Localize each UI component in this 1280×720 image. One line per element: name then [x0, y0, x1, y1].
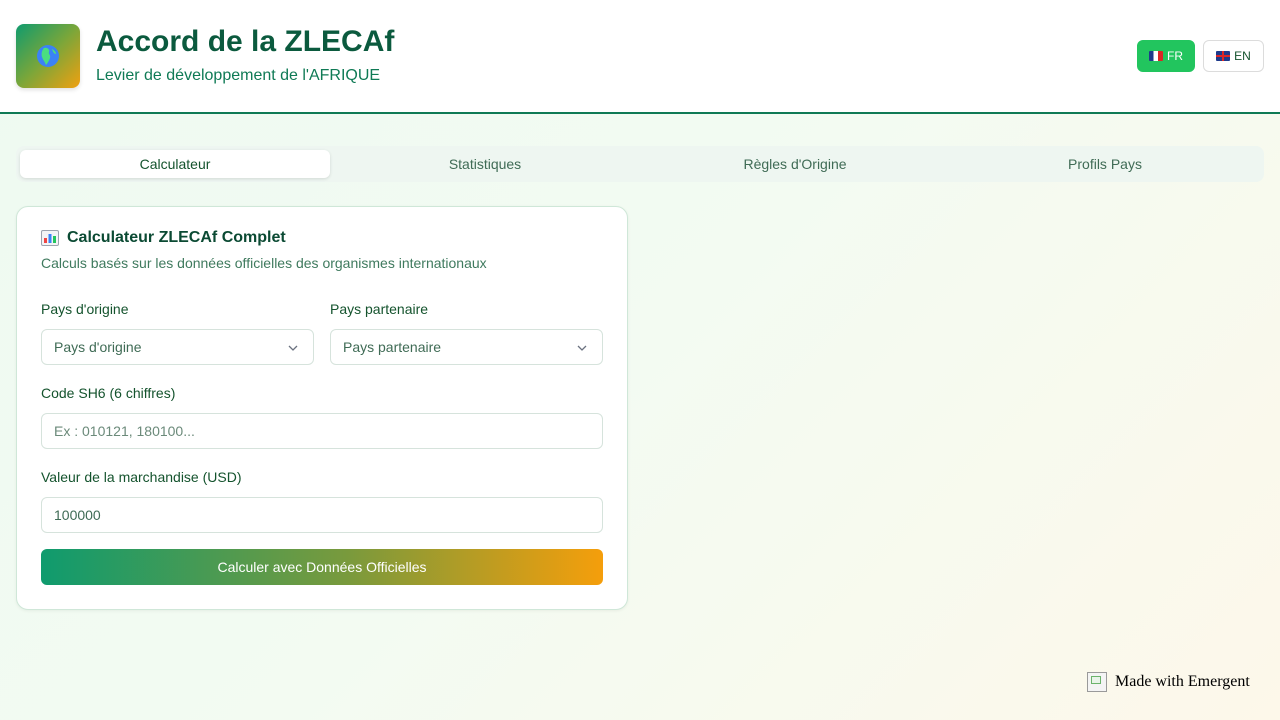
tab-regles-origine[interactable]: Règles d'Origine	[640, 150, 950, 178]
card-title-text: Calculateur ZLECAf Complet	[67, 229, 286, 246]
page-subtitle: Levier de développement de l'AFRIQUE	[96, 67, 381, 84]
lang-fr-button[interactable]: FR	[1137, 40, 1195, 72]
page-title: Accord de la ZLECAf	[96, 25, 395, 58]
france-flag-icon	[1149, 51, 1163, 61]
goods-value-label: Valeur de la marchandise (USD)	[41, 469, 242, 485]
tab-profils-pays[interactable]: Profils Pays	[950, 150, 1260, 178]
calculator-card: Calculateur ZLECAf Complet Calculs basés…	[16, 206, 628, 610]
origin-country-select[interactable]: Pays d'origine	[41, 329, 314, 365]
chevron-down-icon	[577, 345, 587, 351]
origin-country-label: Pays d'origine	[41, 301, 129, 317]
chevron-down-icon	[288, 345, 298, 351]
calculate-button[interactable]: Calculer avec Données Officielles	[41, 549, 603, 585]
badge-text: Made with Emergent	[1115, 673, 1250, 690]
card-title: Calculateur ZLECAf Complet	[41, 229, 286, 247]
made-with-emergent-badge[interactable]: Made with Emergent	[1087, 672, 1250, 692]
hs-code-label: Code SH6 (6 chiffres)	[41, 385, 176, 401]
globe-africa-icon	[37, 45, 59, 67]
card-description: Calculs basés sur les données officielle…	[41, 255, 487, 271]
partner-country-label: Pays partenaire	[330, 301, 429, 317]
emergent-logo-icon	[1087, 672, 1107, 692]
app-logo	[16, 24, 80, 88]
main-tabs: Calculateur Statistiques Règles d'Origin…	[16, 146, 1264, 182]
partner-country-placeholder: Pays partenaire	[343, 339, 442, 355]
partner-country-select[interactable]: Pays partenaire	[330, 329, 603, 365]
lang-fr-label: FR	[1167, 49, 1183, 63]
goods-value-input[interactable]	[41, 497, 603, 533]
uk-flag-icon	[1216, 51, 1231, 61]
lang-en-label: EN	[1234, 49, 1251, 63]
lang-en-button[interactable]: EN	[1203, 40, 1264, 72]
tab-statistiques[interactable]: Statistiques	[330, 150, 640, 178]
tab-calculateur[interactable]: Calculateur	[20, 150, 330, 178]
hs-code-input[interactable]	[41, 413, 603, 449]
bar-chart-icon	[41, 230, 59, 246]
app-header: Accord de la ZLECAf Levier de développem…	[0, 0, 1280, 114]
origin-country-placeholder: Pays d'origine	[54, 339, 142, 355]
